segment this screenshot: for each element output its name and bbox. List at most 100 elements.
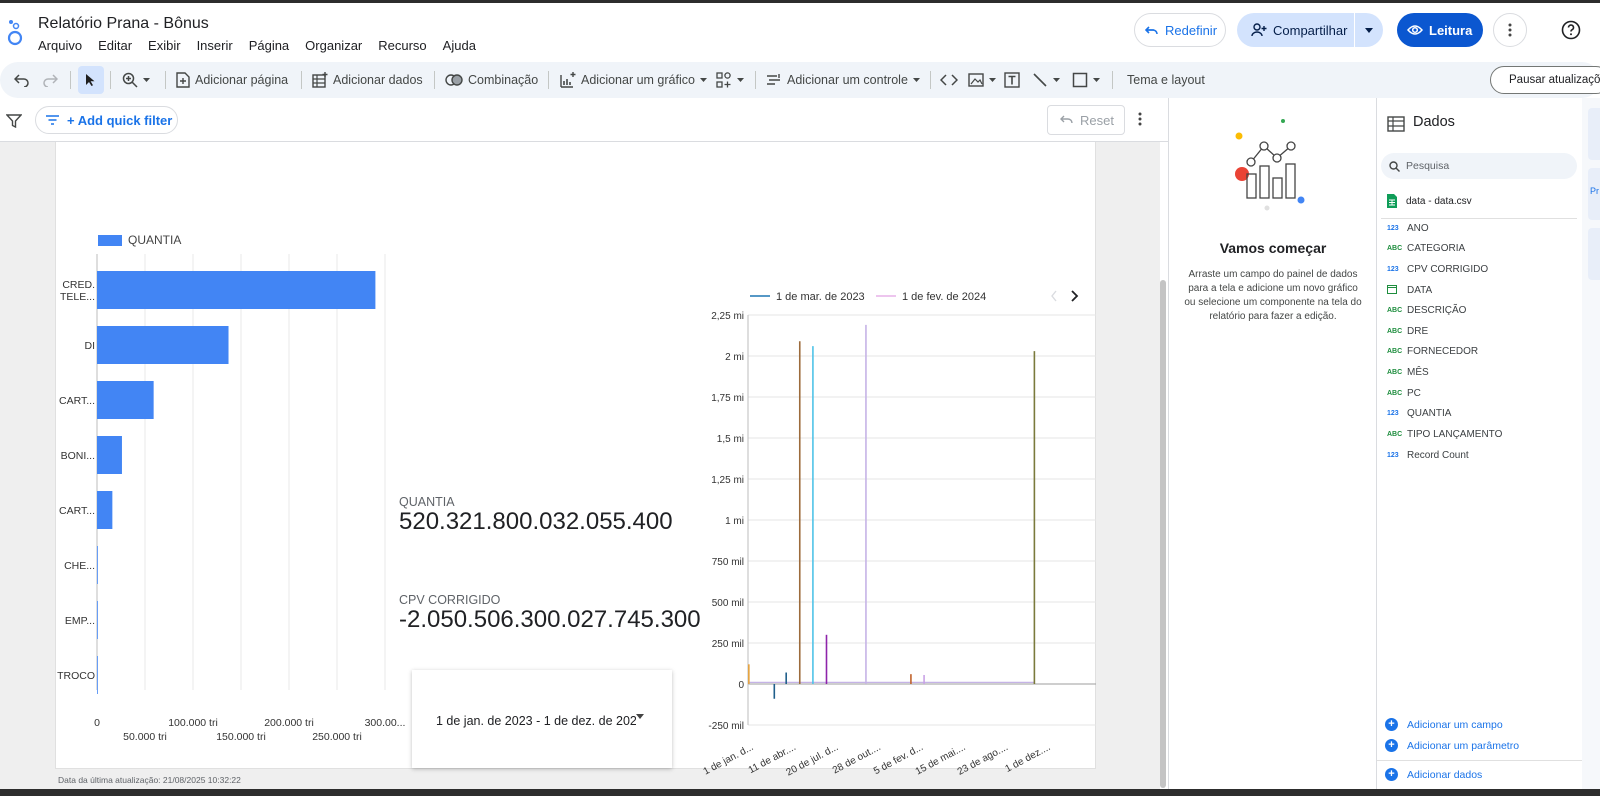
y-tick-label: 2 mi: [725, 352, 744, 363]
pause-updates-button[interactable]: Pausar atualizações: [1490, 66, 1600, 94]
help-button[interactable]: [1558, 17, 1584, 43]
category-label: CART...: [59, 395, 95, 407]
read-mode-button[interactable]: Leitura: [1397, 13, 1483, 47]
data-source-item[interactable]: data - data.csv: [1387, 194, 1472, 208]
bar: [97, 381, 154, 419]
table-icon: [1387, 116, 1405, 132]
embed-code-button[interactable]: [940, 62, 958, 98]
toolbar-divider: [1112, 71, 1113, 89]
field-name: QUANTIA: [1407, 408, 1452, 419]
add-data-source-button[interactable]: + Adicionar dados: [1385, 768, 1482, 781]
reset-button-label: Redefinir: [1165, 22, 1218, 38]
text-type-icon: ABC: [1387, 390, 1403, 397]
add-parameter-label: Adicionar um parâmetro: [1407, 739, 1520, 752]
toolbar-divider: [755, 71, 756, 89]
data-search-input[interactable]: Pesquisa: [1381, 153, 1577, 179]
data-source-name: data - data.csv: [1406, 195, 1472, 207]
add-chart-button[interactable]: Adicionar um gráfico: [560, 62, 707, 98]
field-item[interactable]: 123 Record Count: [1387, 450, 1469, 461]
share-dropdown-button[interactable]: [1355, 27, 1383, 33]
undo-icon: [1145, 26, 1158, 35]
more-vert-icon[interactable]: [1138, 112, 1142, 126]
y-tick-label: 0: [738, 680, 744, 691]
field-item[interactable]: 123 CPV CORRIGIDO: [1387, 264, 1488, 275]
date-range-control[interactable]: 1 de jan. de 2023 - 1 de dez. de 2023: [412, 670, 672, 768]
menu-inserir[interactable]: Inserir: [197, 38, 233, 53]
pause-updates-label: Pausar atualizações: [1509, 74, 1600, 86]
scorecard-value-quantia[interactable]: 520.321.800.032.055.400: [399, 508, 673, 536]
filter-icon[interactable]: [6, 114, 22, 128]
redo-icon: [43, 74, 58, 87]
shape-tool-button[interactable]: [1072, 62, 1100, 98]
field-item[interactable]: 123 QUANTIA: [1387, 408, 1451, 419]
field-item[interactable]: 123 ANO: [1387, 223, 1429, 234]
time-series-chart[interactable]: 1 de mar. de 2023 1 de fev. de 2024 -250 m…: [700, 280, 1096, 780]
add-circle-icon: +: [1385, 739, 1398, 752]
add-field-button[interactable]: + Adicionar um campo: [1385, 718, 1503, 731]
share-button[interactable]: Compartilhar: [1237, 13, 1355, 47]
field-item[interactable]: ABC PC: [1387, 388, 1421, 399]
looker-studio-logo-icon[interactable]: [4, 17, 26, 47]
menu-editar[interactable]: Editar: [98, 38, 132, 53]
add-page-button[interactable]: Adicionar página: [176, 62, 288, 98]
redo-button[interactable]: [42, 62, 58, 98]
x-tick-label: 50.000 tri: [123, 731, 167, 743]
filter-bar: + Add quick filter Reset: [0, 102, 1168, 142]
add-quick-filter-label: + Add quick filter: [67, 112, 173, 128]
combination-button[interactable]: Combinação: [445, 62, 538, 98]
app-header: Relatório Prana - Bônus Arquivo Editar E…: [0, 3, 1600, 62]
search-icon: [1389, 160, 1400, 172]
data-panel: Dados Pesquisa data - data.csv 123 ANO AB…: [1376, 98, 1583, 789]
field-item[interactable]: ABC MÊS: [1387, 367, 1429, 378]
field-item[interactable]: ABC FORNECEDOR: [1387, 346, 1478, 357]
menu-pagina[interactable]: Página: [249, 38, 289, 53]
x-tick-label: 1 de jan. d...: [702, 742, 756, 778]
text-box-button[interactable]: [1004, 62, 1020, 98]
add-data-button[interactable]: Adicionar dados: [312, 62, 423, 98]
zoom-button[interactable]: [122, 62, 150, 98]
window-bottom-frame: [0, 789, 1600, 796]
side-tab[interactable]: [1588, 108, 1600, 160]
menu-ajuda[interactable]: Ajuda: [443, 38, 476, 53]
number-type-icon: 123: [1387, 225, 1399, 232]
theme-layout-button[interactable]: Tema e layout: [1127, 62, 1205, 98]
add-control-button[interactable]: Adicionar um controle: [766, 62, 920, 98]
category-label: BONI...: [61, 450, 95, 462]
category-label-line: CRED.: [62, 279, 95, 291]
caret-down-icon: [1365, 27, 1373, 33]
field-item[interactable]: ABC DESCRIÇÃO: [1387, 305, 1466, 316]
menu-arquivo[interactable]: Arquivo: [38, 38, 82, 53]
more-options-button[interactable]: [1493, 13, 1527, 47]
add-component-button[interactable]: [716, 62, 744, 98]
side-tab-properties[interactable]: Pr: [1588, 168, 1600, 220]
filter-reset-button[interactable]: Reset: [1047, 105, 1125, 135]
undo-button[interactable]: [14, 62, 30, 98]
eye-icon: [1407, 25, 1423, 35]
line-tool-button[interactable]: [1032, 62, 1060, 98]
field-item[interactable]: ABC TIPO LANÇAMENTO: [1387, 429, 1502, 440]
text-type-icon: ABC: [1387, 348, 1403, 355]
insert-image-button[interactable]: [968, 62, 996, 98]
x-tick-label: 100.000 tri: [168, 717, 218, 729]
properties-panel: Vamos começar Arraste um campo do painel…: [1168, 98, 1376, 789]
number-type-icon: 123: [1387, 410, 1399, 417]
menu-organizar[interactable]: Organizar: [305, 38, 362, 53]
field-item[interactable]: ABC DRE: [1387, 326, 1428, 337]
x-tick-label: 0: [94, 717, 100, 729]
document-title[interactable]: Relatório Prana - Bônus: [38, 15, 209, 33]
menu-exibir[interactable]: Exibir: [148, 38, 181, 53]
caret-down-icon: [143, 78, 150, 82]
field-item[interactable]: ABC CATEGORIA: [1387, 243, 1465, 254]
bar-chart-legend: QUANTIA: [98, 233, 181, 247]
canvas-scrollbar[interactable]: [1160, 280, 1166, 788]
y-tick-label: 750 mil: [712, 557, 744, 568]
add-parameter-button[interactable]: + Adicionar um parâmetro: [1385, 739, 1519, 752]
reset-button[interactable]: Redefinir: [1134, 13, 1226, 47]
add-quick-filter-button[interactable]: + Add quick filter: [35, 106, 178, 134]
side-tab[interactable]: [1588, 228, 1600, 280]
caret-down-icon: [1093, 78, 1100, 82]
bar-chart[interactable]: CRED. TELE... DI CART... BONI... CART... CHE..…: [55, 250, 405, 770]
scorecard-value-cpv[interactable]: -2.050.506.300.027.745.300: [399, 606, 701, 634]
menu-recurso[interactable]: Recurso: [378, 38, 426, 53]
field-item[interactable]: DATA: [1387, 284, 1432, 296]
